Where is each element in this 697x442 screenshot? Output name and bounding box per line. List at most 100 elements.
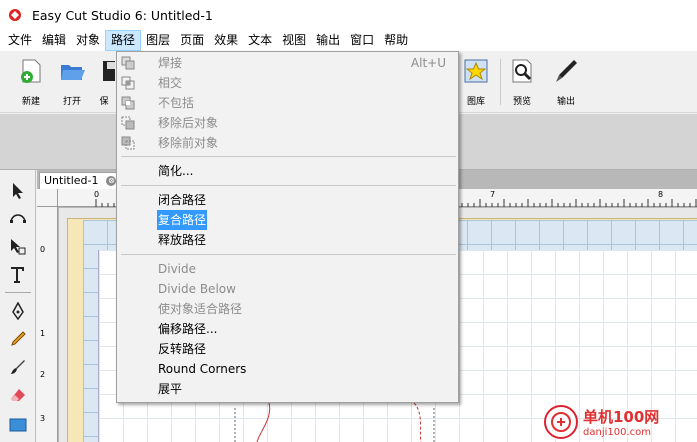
remove-front-icon bbox=[121, 136, 135, 150]
menu-item-divide[interactable]: Divide bbox=[117, 259, 458, 279]
menu-item-label: 反转路径 bbox=[158, 342, 207, 356]
pencil-tool[interactable] bbox=[7, 328, 29, 350]
pen-tool[interactable] bbox=[7, 300, 29, 322]
menu-effects[interactable]: 效果 bbox=[209, 30, 243, 51]
ruler-label: 2 bbox=[40, 370, 46, 379]
menu-output[interactable]: 输出 bbox=[311, 30, 345, 51]
weld-icon bbox=[121, 56, 135, 70]
menu-help[interactable]: 帮助 bbox=[379, 30, 413, 51]
app-logo-icon bbox=[9, 9, 21, 21]
menu-item-label: 移除前对象 bbox=[158, 136, 219, 150]
menu-item-label: 使对象适合路径 bbox=[158, 302, 243, 316]
menu-edit[interactable]: 编辑 bbox=[37, 30, 71, 51]
gallery-button[interactable]: 图库 bbox=[456, 57, 496, 109]
menu-item-label: 移除后对象 bbox=[158, 116, 219, 130]
open-button[interactable]: 打开 bbox=[52, 57, 92, 109]
menu-page[interactable]: 页面 bbox=[175, 30, 209, 51]
menu-view[interactable]: 视图 bbox=[277, 30, 311, 51]
menu-item-compound-path[interactable]: 复合路径 bbox=[117, 210, 458, 230]
arrow-pointer-icon bbox=[13, 183, 23, 199]
watermark-url: danji100.com bbox=[583, 427, 651, 438]
menu-separator bbox=[121, 156, 456, 157]
brush-tool[interactable] bbox=[7, 356, 29, 378]
menu-window[interactable]: 窗口 bbox=[345, 30, 379, 51]
menu-separator bbox=[121, 254, 456, 255]
transform-arrow-icon bbox=[11, 239, 26, 255]
ruler-corner bbox=[37, 189, 58, 207]
menu-object[interactable]: 对象 bbox=[71, 30, 105, 51]
eraser-tool[interactable] bbox=[7, 384, 29, 406]
node-edit-icon bbox=[10, 214, 26, 223]
shape-tool[interactable] bbox=[7, 414, 29, 436]
output-button[interactable]: 输出 bbox=[546, 57, 586, 109]
watermark-logo-icon bbox=[544, 405, 578, 439]
menu-item-remove-front[interactable]: 移除前对象 bbox=[117, 133, 458, 153]
menu-item-label: 相交 bbox=[158, 76, 183, 90]
text-tool[interactable] bbox=[7, 264, 29, 286]
ruler-label: 0 bbox=[94, 190, 100, 199]
folder-open-icon bbox=[61, 65, 85, 80]
ruler-label: 7 bbox=[490, 190, 496, 199]
menu-item-label: 简化... bbox=[158, 164, 194, 178]
rectangle-shape-icon bbox=[9, 418, 27, 432]
new-button[interactable]: 新建 bbox=[11, 57, 51, 109]
menu-item-weld[interactable]: 焊接 Alt+U bbox=[117, 53, 458, 73]
menu-item-divide-below[interactable]: Divide Below bbox=[117, 279, 458, 299]
remove-back-icon bbox=[121, 116, 135, 130]
node-edit-tool[interactable] bbox=[7, 208, 29, 230]
menu-item-flatten[interactable]: 展平 bbox=[117, 379, 458, 399]
window-title: Easy Cut Studio 6: Untitled-1 bbox=[32, 7, 213, 23]
menu-layer[interactable]: 图层 bbox=[141, 30, 175, 51]
menu-item-reverse-path[interactable]: 反转路径 bbox=[117, 339, 458, 359]
output-label: 输出 bbox=[556, 97, 575, 107]
knife-cut-icon bbox=[556, 60, 577, 82]
text-t-icon bbox=[11, 267, 24, 283]
menu-item-offset-path[interactable]: 偏移路径... bbox=[117, 319, 458, 339]
menu-item-exclude[interactable]: 不包括 bbox=[117, 93, 458, 113]
menu-item-close-path[interactable]: 闭合路径 bbox=[117, 190, 458, 210]
menu-item-intersect[interactable]: 相交 bbox=[117, 73, 458, 93]
menu-item-label: 闭合路径 bbox=[158, 193, 207, 207]
brush-icon bbox=[11, 360, 25, 374]
new-document-icon bbox=[21, 59, 41, 83]
pencil-icon bbox=[11, 331, 26, 346]
preview-button[interactable]: 预览 bbox=[502, 57, 542, 109]
menu-item-fit-to-path[interactable]: 使对象适合路径 bbox=[117, 299, 458, 319]
document-tab-title: Untitled-1 bbox=[44, 174, 99, 187]
document-tab[interactable]: Untitled-1 ⊗ bbox=[39, 172, 126, 189]
menu-item-label: 偏移路径... bbox=[158, 322, 218, 336]
menu-item-label: 复合路径 bbox=[157, 210, 208, 230]
menu-item-label: Divide Below bbox=[158, 282, 236, 296]
close-tab-icon[interactable]: ⊗ bbox=[106, 176, 117, 186]
new-label: 新建 bbox=[21, 97, 40, 107]
menu-item-round-corners[interactable]: Round Corners bbox=[117, 359, 458, 379]
toolbar-separator bbox=[500, 59, 501, 105]
menu-path[interactable]: 路径 bbox=[105, 30, 142, 51]
magnifier-icon bbox=[512, 59, 532, 83]
vertical-ruler: 0 1 2 3 bbox=[37, 207, 58, 442]
menu-item-shortcut: Alt+U bbox=[410, 56, 446, 70]
intersect-icon bbox=[121, 76, 135, 90]
menu-bar: 文件 编辑 对象 路径 图层 页面 效果 文本 视图 输出 窗口 帮助 bbox=[0, 30, 697, 51]
menu-file[interactable]: 文件 bbox=[3, 30, 37, 51]
ruler-label: 1 bbox=[40, 329, 46, 338]
star-gallery-icon bbox=[464, 59, 488, 83]
menu-item-remove-back[interactable]: 移除后对象 bbox=[117, 113, 458, 133]
pen-nib-icon bbox=[12, 302, 24, 320]
preview-label: 预览 bbox=[512, 97, 531, 107]
save-button[interactable]: 保 bbox=[93, 57, 115, 109]
site-watermark: 单机100网 danji100.com bbox=[544, 402, 697, 442]
exclude-icon bbox=[121, 96, 135, 110]
menu-item-label: Round Corners bbox=[158, 362, 247, 376]
tools-panel bbox=[0, 170, 36, 442]
open-label: 打开 bbox=[62, 97, 81, 107]
menu-item-label: 释放路径 bbox=[158, 233, 207, 247]
menu-item-label: 焊接 bbox=[158, 56, 183, 70]
menu-item-simplify[interactable]: 简化... bbox=[117, 161, 458, 181]
ruler-label: 8 bbox=[658, 190, 664, 199]
menu-item-release-path[interactable]: 释放路径 bbox=[117, 230, 458, 250]
eraser-icon bbox=[11, 389, 25, 401]
select-tool[interactable] bbox=[7, 180, 29, 202]
menu-text[interactable]: 文本 bbox=[243, 30, 277, 51]
transform-tool[interactable] bbox=[7, 236, 29, 258]
